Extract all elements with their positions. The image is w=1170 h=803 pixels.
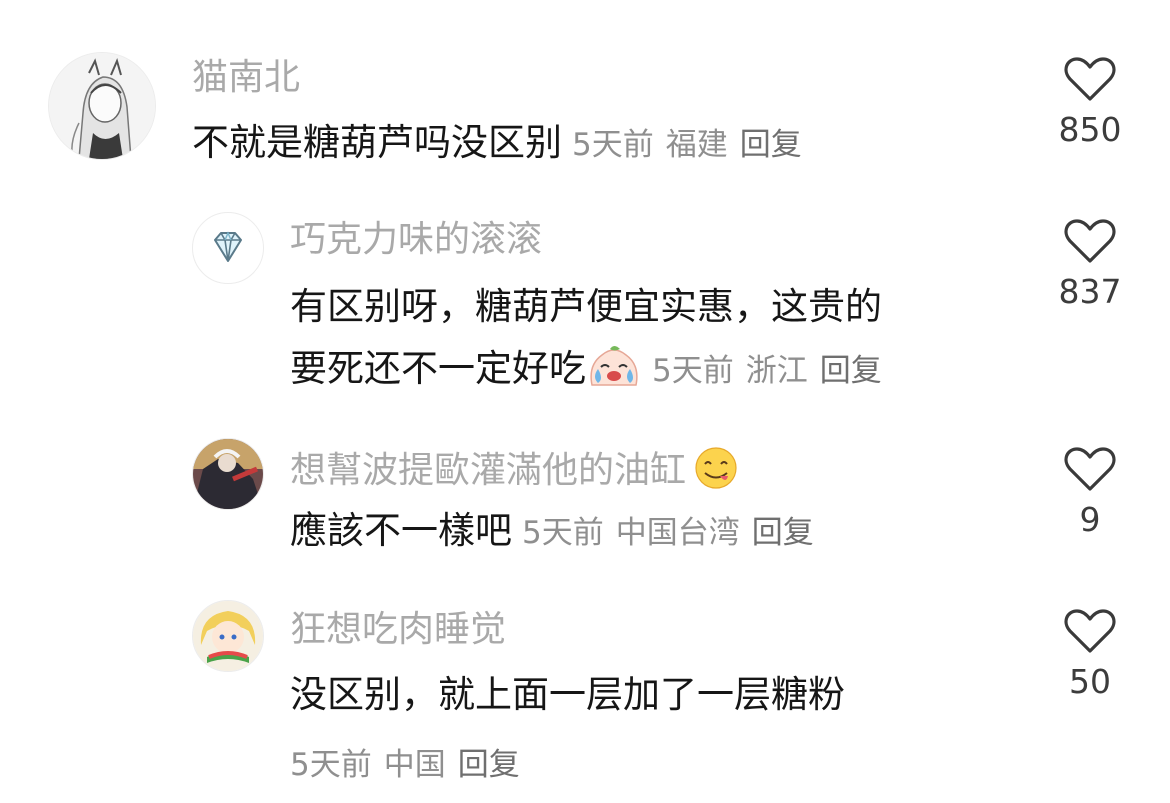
comment-time: 5天前: [522, 515, 604, 551]
like-button[interactable]: 850: [1054, 56, 1126, 149]
comment-time: 5天前: [572, 127, 654, 163]
comment-text: 不就是糖葫芦吗没区别: [192, 121, 562, 164]
comment-text-line: 有区别呀，糖葫芦便宜实惠，这贵的: [290, 285, 882, 328]
yum-face-emoji: [692, 446, 740, 501]
like-count: 50: [1069, 662, 1111, 701]
like-button[interactable]: 9: [1054, 446, 1126, 539]
avatar[interactable]: [48, 52, 156, 160]
reply-button[interactable]: 回复: [458, 747, 520, 783]
comment-text: 應該不一樣吧: [290, 509, 512, 552]
reply-button[interactable]: 回复: [752, 515, 814, 551]
like-count: 850: [1058, 110, 1122, 149]
crying-bun-emoji: [586, 343, 642, 405]
comment-text-row: 不就是糖葫芦吗没区别 5天前 福建 回复: [192, 114, 814, 174]
like-button[interactable]: 50: [1054, 608, 1126, 701]
username[interactable]: 巧克力味的滚滚: [290, 218, 542, 262]
username[interactable]: 想幫波提歐灌滿他的油缸: [290, 446, 740, 501]
comment-text: 要死还不一定好吃: [290, 347, 586, 390]
comment-location: 浙江: [745, 353, 808, 389]
username[interactable]: 猫南北: [192, 56, 300, 100]
comment-meta: 5天前 中国 回复: [290, 747, 532, 783]
heart-outline-icon: [1064, 609, 1116, 653]
heart-outline-icon: [1064, 219, 1116, 263]
comment-location: 中国: [383, 747, 446, 783]
heart-outline-icon: [1064, 57, 1116, 101]
reply-button[interactable]: 回复: [820, 353, 882, 389]
avatar[interactable]: [192, 438, 264, 510]
like-button[interactable]: 837: [1054, 218, 1126, 311]
like-count: 837: [1058, 272, 1122, 311]
comment-location: 中国台湾: [615, 515, 740, 551]
like-count: 9: [1079, 500, 1101, 539]
comment-meta: 5天前 福建 回复: [572, 127, 814, 163]
comment-location: 福建: [665, 127, 728, 163]
username[interactable]: 狂想吃肉睡觉: [290, 608, 506, 652]
comment-text-row: 應該不一樣吧 5天前 中国台湾 回复: [290, 502, 826, 562]
comment-meta: 5天前 浙江 回复: [652, 353, 894, 389]
avatar[interactable]: [192, 212, 264, 284]
diamond-icon: [214, 231, 242, 262]
comment-time: 5天前: [652, 353, 734, 389]
comment-meta-row: 5天前 中国 回复: [290, 734, 532, 794]
comment-time: 5天前: [290, 747, 372, 783]
comment-meta: 5天前 中国台湾 回复: [522, 515, 826, 551]
heart-outline-icon: [1064, 447, 1116, 491]
username-text: 想幫波提歐灌滿他的油缸: [290, 450, 687, 491]
comment-text: 没区别，就上面一层加了一层糖粉: [290, 673, 845, 716]
reply-button[interactable]: 回复: [740, 127, 802, 163]
avatar[interactable]: [192, 600, 264, 672]
comment-text-row: 要死还不一定好吃 5天前 浙江 回复: [290, 340, 894, 405]
